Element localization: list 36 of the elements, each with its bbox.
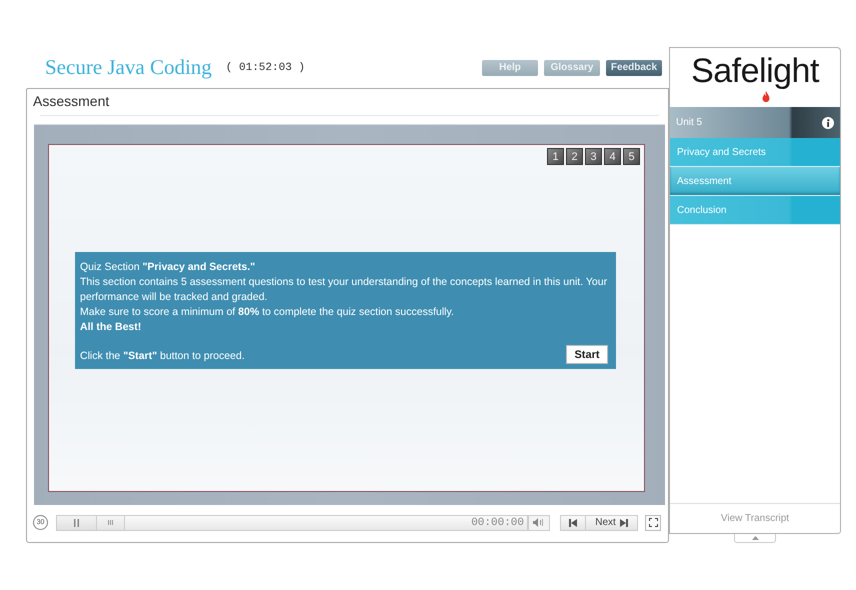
up-arrow-icon — [752, 536, 758, 540]
start-button[interactable]: Start — [566, 345, 608, 364]
instruction-text: Click the "Start" button to proceed. — [80, 349, 245, 364]
view-transcript-link[interactable]: View Transcript — [670, 503, 840, 534]
pause-icon — [74, 518, 79, 526]
question-number-button[interactable]: 4 — [604, 148, 621, 165]
skip-forward-icon — [620, 518, 628, 526]
info-icon[interactable] — [822, 116, 834, 128]
seek-handle[interactable] — [97, 516, 125, 530]
time-display: 00:00:00 — [471, 516, 525, 528]
question-number-button[interactable]: 5 — [623, 148, 640, 165]
speaker-icon — [533, 518, 545, 527]
panel-title: Assessment — [32, 92, 110, 111]
quiz-text: Quiz Section "Privacy and Secrets." — [80, 260, 256, 275]
quiz-text: This section contains 5 assessment questions to test your understanding of the concepts learned in this unit. Your performance will be tracked and graded. — [80, 275, 608, 305]
fullscreen-icon — [648, 518, 658, 527]
volume-button[interactable] — [528, 514, 550, 530]
quiz-text: All the Best! — [80, 320, 142, 335]
next-button[interactable]: Next — [586, 514, 638, 530]
course-title: Secure Java Coding — [45, 55, 212, 80]
flame-icon — [762, 91, 770, 103]
question-number-button[interactable]: 3 — [585, 148, 602, 165]
previous-button[interactable] — [560, 514, 586, 530]
question-number-button[interactable]: 2 — [566, 148, 583, 165]
fullscreen-button[interactable] — [645, 514, 661, 530]
question-number-button[interactable]: 1 — [547, 148, 564, 165]
drawer-tab[interactable] — [734, 534, 776, 543]
grip-icon — [108, 520, 113, 525]
logo-text: Safelight — [691, 51, 819, 91]
pause-button[interactable] — [56, 514, 97, 530]
unit-label: Unit 5 — [676, 117, 702, 128]
quiz-text: Make sure to score a minimum of 80% to complete the quiz section successfully. — [80, 305, 455, 320]
timer: ( 01:52:03 ) — [226, 62, 306, 74]
progress-track[interactable]: 00:00:00 — [97, 514, 528, 530]
skip-back-icon — [569, 518, 577, 526]
header-button[interactable]: Feedback — [606, 60, 662, 76]
